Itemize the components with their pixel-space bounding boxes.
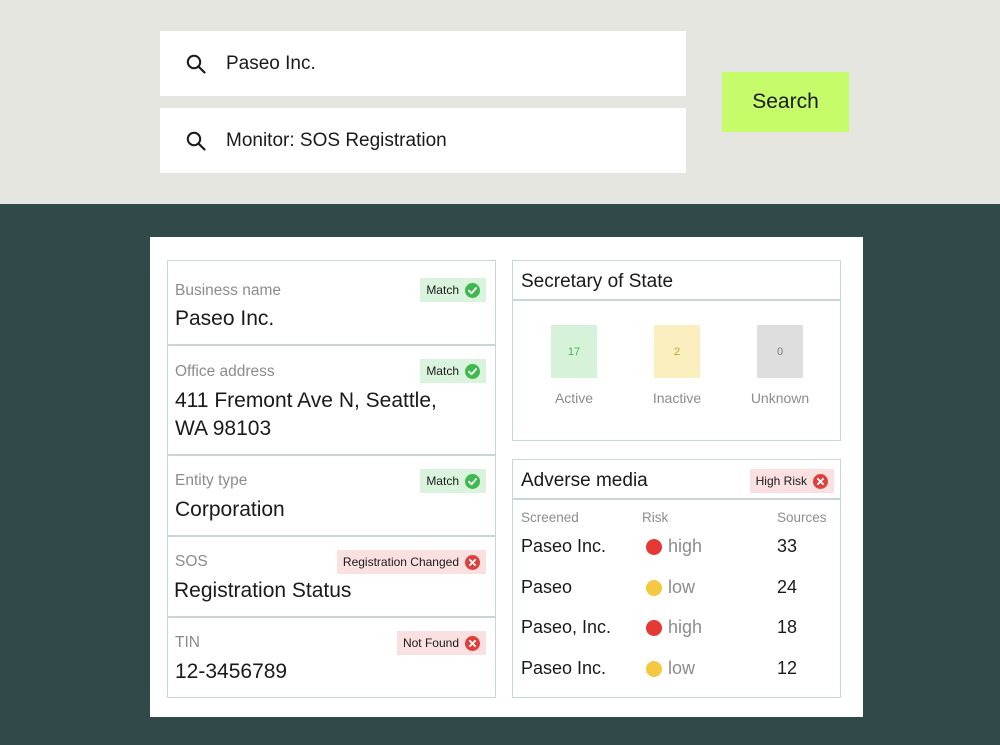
field-entity-type: Entity type Corporation Match xyxy=(168,456,495,537)
field-tin: TIN 12-3456789 Not Found xyxy=(168,618,495,699)
x-circle-icon xyxy=(465,635,480,651)
media-name: Paseo, Inc. xyxy=(521,617,612,637)
stat-count: 2 xyxy=(654,325,700,378)
x-circle-icon xyxy=(465,554,480,570)
risk-label: high xyxy=(668,536,703,556)
verification-card: Business name Paseo Inc. Match Office ad… xyxy=(167,260,496,698)
risk-level: high xyxy=(646,617,702,638)
results-panel: Business name Paseo Inc. Match Office ad… xyxy=(150,237,863,717)
field-value: Corporation xyxy=(175,498,285,521)
search-area: Paseo Inc. Monitor: SOS Registration Sea… xyxy=(0,0,1000,204)
field-label: Entity type xyxy=(175,472,248,489)
field-value-line2: WA 98103 xyxy=(175,417,272,440)
search-query-text: Paseo Inc. xyxy=(226,52,316,74)
not-found-badge: Not Found xyxy=(396,631,486,655)
match-badge: Match xyxy=(420,359,486,383)
search-icon xyxy=(186,131,206,151)
risk-label: low xyxy=(668,577,696,597)
field-label: Office address xyxy=(175,363,275,380)
column-header-risk: Risk xyxy=(642,510,669,525)
check-circle-icon xyxy=(465,363,480,379)
badge-label: Match xyxy=(426,364,459,378)
risk-dot-icon xyxy=(646,619,662,636)
stat-count: 17 xyxy=(551,325,597,378)
adverse-media-card: Adverse media High Risk Screened Risk So… xyxy=(512,459,841,698)
search-button[interactable]: Search xyxy=(722,72,849,132)
risk-dot-icon xyxy=(646,579,662,596)
risk-dot-icon xyxy=(646,538,662,555)
media-name: Paseo xyxy=(521,577,573,597)
match-badge: Match xyxy=(420,278,486,302)
risk-level: low xyxy=(646,658,695,679)
badge-label: Not Found xyxy=(402,636,459,650)
field-value-line1: 411 Fremont Ave N, Seattle, xyxy=(175,389,437,412)
company-search-input[interactable]: Paseo Inc. xyxy=(160,31,686,96)
registration-changed-badge: Registration Changed xyxy=(336,550,486,574)
field-value: 12-3456789 xyxy=(175,660,288,683)
risk-label: low xyxy=(668,658,696,678)
field-value: Paseo Inc. xyxy=(175,307,275,330)
field-value: Registration Status xyxy=(174,579,352,602)
stat-label: Inactive xyxy=(652,390,702,406)
media-name: Paseo Inc. xyxy=(521,536,607,556)
divider xyxy=(513,299,840,301)
risk-level: low xyxy=(646,577,695,598)
monitor-query-text: Monitor: SOS Registration xyxy=(226,129,447,151)
check-circle-icon xyxy=(465,473,480,489)
badge-label: Match xyxy=(426,283,459,297)
check-circle-icon xyxy=(465,282,480,298)
field-label: SOS xyxy=(175,553,208,570)
stat-label: Unknown xyxy=(750,390,810,406)
field-sos: SOS Registration Status Registration Cha… xyxy=(168,537,495,618)
media-sources: 12 xyxy=(777,658,798,678)
badge-label: Registration Changed xyxy=(342,555,459,569)
divider xyxy=(513,498,840,500)
field-label: TIN xyxy=(175,634,200,651)
search-icon xyxy=(186,54,206,74)
field-label: Business name xyxy=(175,282,281,299)
match-badge: Match xyxy=(420,469,486,493)
risk-label: high xyxy=(668,617,703,637)
field-business-name: Business name Paseo Inc. Match xyxy=(168,261,495,346)
media-sources: 18 xyxy=(777,617,798,637)
stat-label: Active xyxy=(554,390,594,406)
badge-label: Match xyxy=(426,474,459,488)
card-title: Adverse media xyxy=(521,470,648,491)
stat-inactive: 2 Inactive xyxy=(632,325,722,406)
card-title: Secretary of State xyxy=(521,271,674,292)
column-header-screened: Screened xyxy=(521,510,579,525)
stat-active: 17 Active xyxy=(529,325,619,406)
stat-count: 0 xyxy=(757,325,803,378)
high-risk-badge: High Risk xyxy=(749,469,834,493)
media-sources: 33 xyxy=(777,536,798,556)
monitor-search-input[interactable]: Monitor: SOS Registration xyxy=(160,108,686,173)
column-header-sources: Sources xyxy=(777,510,827,525)
badge-label: High Risk xyxy=(755,474,807,488)
risk-level: high xyxy=(646,536,702,557)
field-office-address: Office address 411 Fremont Ave N, Seattl… xyxy=(168,346,495,456)
risk-dot-icon xyxy=(646,660,662,677)
stat-unknown: 0 Unknown xyxy=(735,325,825,406)
x-circle-icon xyxy=(813,473,828,489)
media-sources: 24 xyxy=(777,577,798,597)
secretary-of-state-card: Secretary of State 17 Active 2 Inactive … xyxy=(512,260,841,441)
media-name: Paseo Inc. xyxy=(521,658,607,678)
